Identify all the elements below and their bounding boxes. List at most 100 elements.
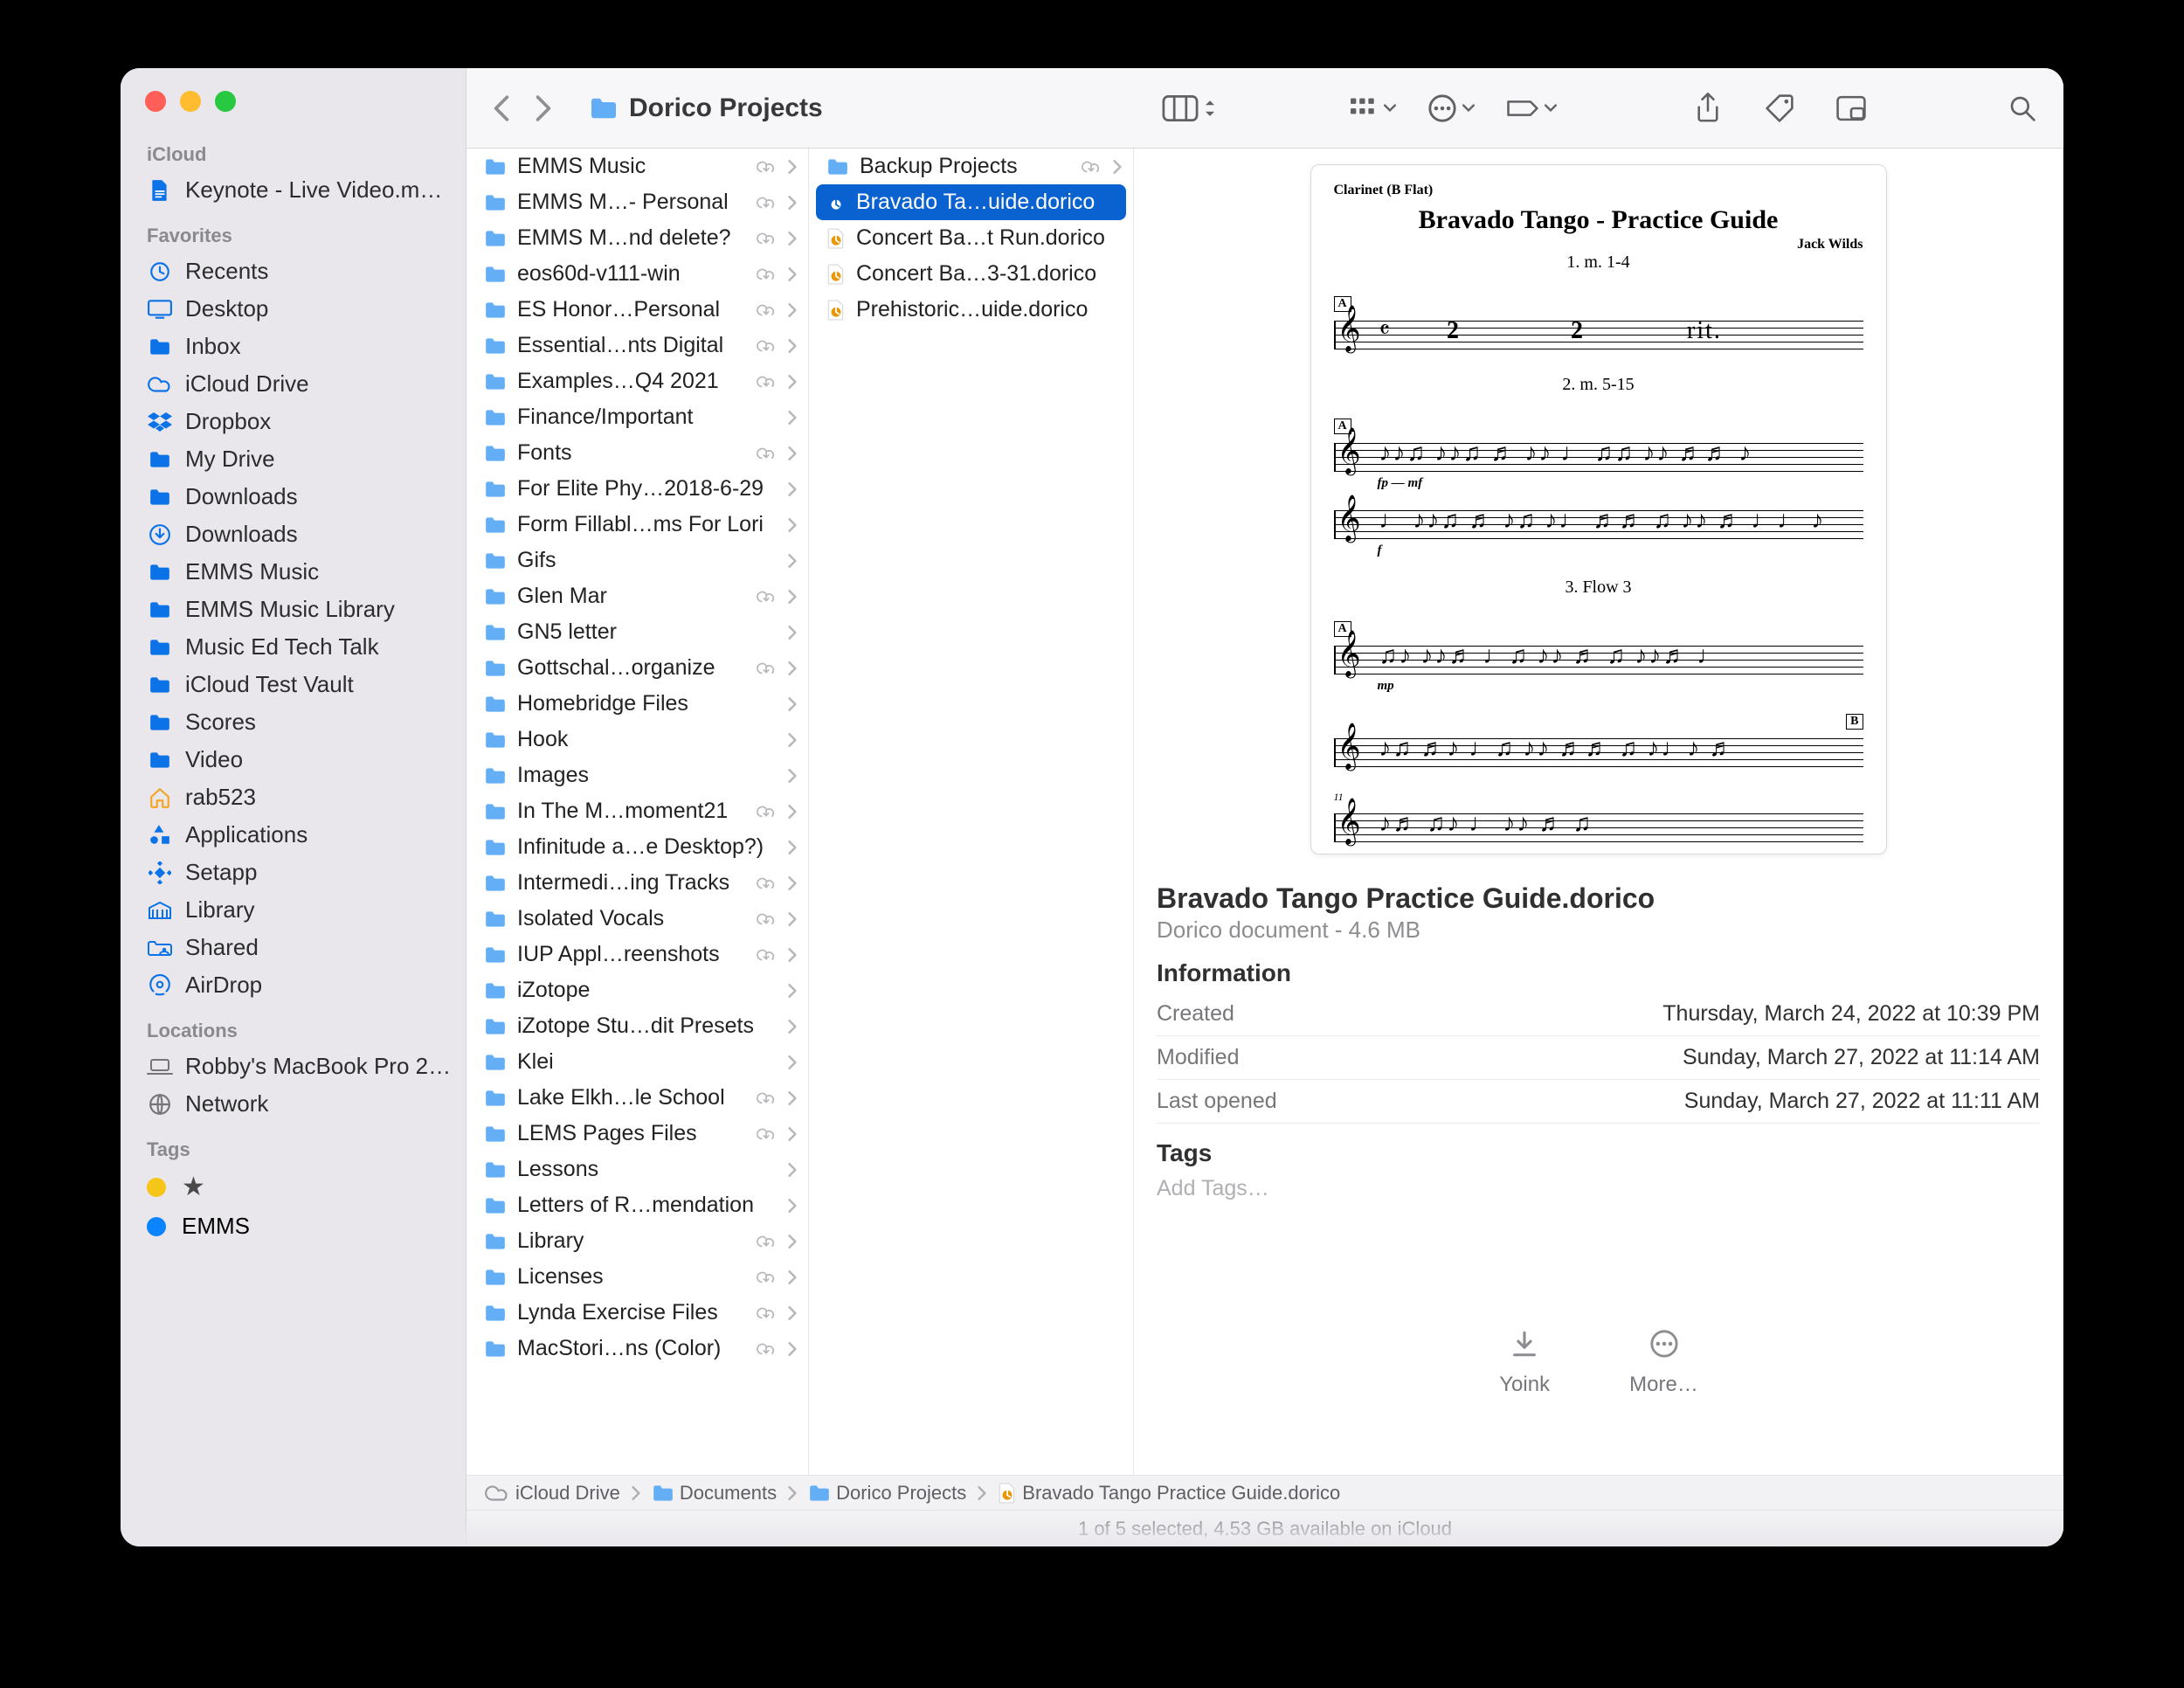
list-item[interactable]: Infinitude a…e Desktop?) xyxy=(467,829,808,865)
list-item[interactable]: Isolated Vocals xyxy=(467,901,808,937)
view-columns-button[interactable] xyxy=(1162,88,1216,128)
sidebar-item-label: Robby's MacBook Pro 2… xyxy=(185,1053,451,1080)
chevron-right-icon xyxy=(787,553,798,569)
zoom-button[interactable] xyxy=(215,91,236,112)
sidebar-item[interactable]: iCloud Test Vault xyxy=(121,666,466,703)
quick-look-button[interactable] xyxy=(1831,88,1871,128)
close-button[interactable] xyxy=(145,91,166,112)
sidebar-item[interactable]: Network xyxy=(121,1085,466,1123)
list-item[interactable]: Gifs xyxy=(467,543,808,578)
list-item[interactable]: For Elite Phy…2018-6-29 xyxy=(467,471,808,507)
sidebar-item[interactable]: Dropbox xyxy=(121,403,466,440)
chevron-right-icon xyxy=(787,302,798,318)
list-item[interactable]: IUP Appl…reenshots xyxy=(467,937,808,972)
list-item[interactable]: GN5 letter xyxy=(467,614,808,650)
list-item[interactable]: Fonts xyxy=(467,435,808,471)
add-tags-field[interactable]: Add Tags… xyxy=(1157,1176,2040,1201)
sidebar-item[interactable]: Scores xyxy=(121,703,466,741)
nav-forward-button[interactable] xyxy=(529,94,557,122)
column-1[interactable]: EMMS MusicEMMS M…- PersonalEMMS M…nd del… xyxy=(467,149,809,1475)
info-key: Created xyxy=(1157,993,1370,1036)
sidebar-item[interactable]: iCloud Drive xyxy=(121,365,466,403)
list-item[interactable]: iZotope xyxy=(467,972,808,1008)
list-item[interactable]: Homebridge Files xyxy=(467,686,808,722)
list-item[interactable]: Finance/Important xyxy=(467,399,808,435)
list-item[interactable]: Bravado Ta…uide.dorico xyxy=(816,184,1126,220)
tags-button[interactable] xyxy=(1759,88,1800,128)
sidebar-item[interactable]: Inbox xyxy=(121,328,466,365)
sidebar-item[interactable]: Music Ed Tech Talk xyxy=(121,628,466,666)
column-2[interactable]: Backup ProjectsBravado Ta…uide.doricoCon… xyxy=(809,149,1134,1475)
sidebar-item[interactable]: Video xyxy=(121,741,466,778)
list-item[interactable]: eos60d-v111-win xyxy=(467,256,808,292)
yoink-action[interactable]: Yoink xyxy=(1498,1324,1551,1397)
path-segment[interactable]: Documents xyxy=(652,1482,777,1505)
list-item[interactable]: Klei xyxy=(467,1044,808,1080)
list-item[interactable]: Letters of R…mendation xyxy=(467,1187,808,1223)
sidebar-item[interactable]: Keynote - Live Video.m… xyxy=(121,171,466,209)
action-button[interactable] xyxy=(1427,88,1475,128)
list-item[interactable]: EMMS M…- Personal xyxy=(467,184,808,220)
minimize-button[interactable] xyxy=(180,91,201,112)
list-item[interactable]: iZotope Stu…dit Presets xyxy=(467,1008,808,1044)
list-item[interactable]: Prehistoric…uide.dorico xyxy=(809,292,1133,328)
sidebar-item[interactable]: rab523 xyxy=(121,778,466,816)
sidebar-item[interactable]: Shared xyxy=(121,929,466,966)
sidebar-item[interactable]: Library xyxy=(121,891,466,929)
folder-icon xyxy=(826,157,849,176)
path-segment[interactable]: Bravado Tango Practice Guide.dorico xyxy=(998,1482,1340,1505)
list-item[interactable]: MacStori…ns (Color) xyxy=(467,1331,808,1366)
list-item[interactable]: Concert Ba…t Run.dorico xyxy=(809,220,1133,256)
list-item[interactable]: Intermedi…ing Tracks xyxy=(467,865,808,901)
list-item[interactable]: Lake Elkh…le School xyxy=(467,1080,808,1116)
sidebar-item[interactable]: Robby's MacBook Pro 2… xyxy=(121,1048,466,1085)
group-button[interactable] xyxy=(1347,88,1396,128)
sidebar-item[interactable]: My Drive xyxy=(121,440,466,478)
sidebar-item-label: rab523 xyxy=(185,784,256,811)
list-item[interactable]: Images xyxy=(467,758,808,793)
list-item[interactable]: Lessons xyxy=(467,1152,808,1187)
path-bar[interactable]: iCloud Drive Documents Dorico Projects Brav… xyxy=(467,1475,2063,1510)
staff-line: 𝄞 𝄴 2 2 rit. xyxy=(1334,314,1863,352)
list-item[interactable]: Hook xyxy=(467,722,808,758)
cloud-download-icon xyxy=(756,1341,777,1357)
list-item[interactable]: Concert Ba…3-31.dorico xyxy=(809,256,1133,292)
sidebar-item[interactable]: EMMS Music xyxy=(121,553,466,591)
list-item[interactable]: Form Fillabl…ms For Lori xyxy=(467,507,808,543)
nav-back-button[interactable] xyxy=(487,94,515,122)
list-item[interactable]: Glen Mar xyxy=(467,578,808,614)
path-segment[interactable]: iCloud Drive xyxy=(484,1482,620,1505)
list-item[interactable]: Examples…Q4 2021 xyxy=(467,363,808,399)
sidebar-item[interactable]: EMMS Music Library xyxy=(121,591,466,628)
list-item[interactable]: ES Honor…Personal xyxy=(467,292,808,328)
sidebar-item[interactable]: AirDrop xyxy=(121,966,466,1004)
list-item[interactable]: EMMS Music xyxy=(467,149,808,184)
share-button[interactable] xyxy=(1688,88,1728,128)
sidebar-item[interactable]: Applications xyxy=(121,816,466,854)
staff-line: 𝄞♩ ♪♪♫ ♬ ♪♫ ♪♩ ♬♬ ♫ ♪♪ ♬ ♩♩ ♪ xyxy=(1334,503,1863,542)
sidebar-item[interactable]: Downloads xyxy=(121,515,466,553)
file-preview[interactable]: Clarinet (B Flat) Bravado Tango - Practi… xyxy=(1310,164,1887,854)
list-item[interactable]: Essential…nts Digital xyxy=(467,328,808,363)
list-item[interactable]: Lynda Exercise Files xyxy=(467,1295,808,1331)
list-item[interactable]: In The M…moment21 xyxy=(467,793,808,829)
list-item[interactable]: Library xyxy=(467,1223,808,1259)
sidebar-item[interactable]: Setapp xyxy=(121,854,466,891)
list-item[interactable]: Gottschal…organize xyxy=(467,650,808,686)
sidebar-item[interactable]: Recents xyxy=(121,253,466,290)
search-button[interactable] xyxy=(2002,88,2042,128)
list-item[interactable]: EMMS M…nd delete? xyxy=(467,220,808,256)
label-button[interactable] xyxy=(1506,88,1557,128)
item-label: Klei xyxy=(517,1049,777,1075)
dorico-file-icon xyxy=(826,192,846,213)
list-item[interactable]: Licenses xyxy=(467,1259,808,1295)
chevron-right-icon xyxy=(787,1269,798,1285)
more-action[interactable]: More… xyxy=(1629,1324,1698,1397)
sidebar-tag[interactable]: EMMS xyxy=(121,1207,466,1245)
list-item[interactable]: Backup Projects xyxy=(809,149,1133,184)
sidebar-item[interactable]: Downloads xyxy=(121,478,466,515)
path-segment[interactable]: Dorico Projects xyxy=(808,1482,966,1505)
sidebar-item[interactable]: Desktop xyxy=(121,290,466,328)
list-item[interactable]: LEMS Pages Files xyxy=(467,1116,808,1152)
sidebar-tag[interactable]: ★ xyxy=(121,1166,466,1207)
